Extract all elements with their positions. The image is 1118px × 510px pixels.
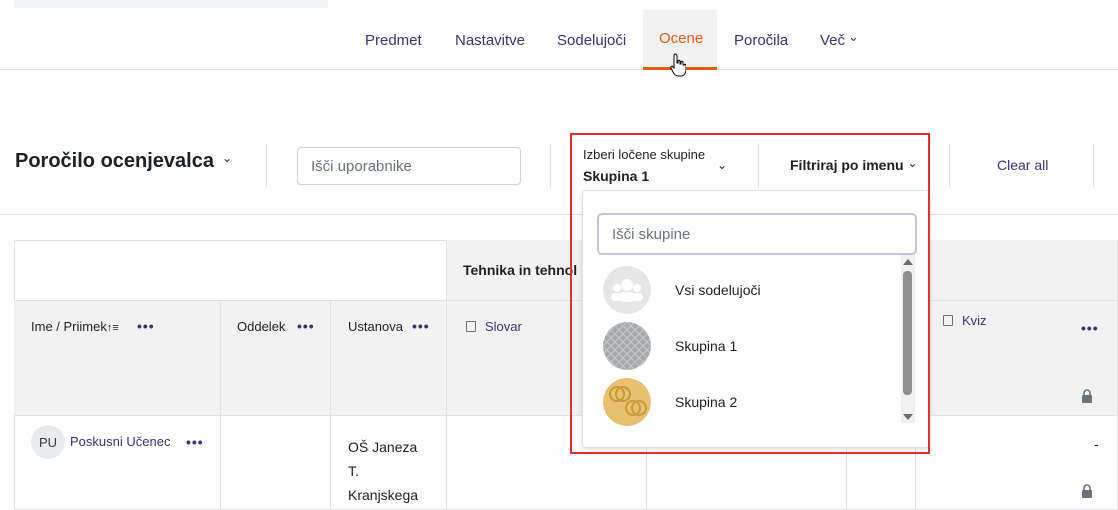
slovar-link[interactable]: Slovar [485, 319, 522, 334]
kviz-column-menu-icon[interactable]: ••• [1081, 320, 1099, 336]
glossary-icon [466, 321, 476, 332]
nav-item-porocila[interactable]: Poročila [718, 10, 804, 70]
report-selector[interactable]: Poročilo ocenjevalca ⌄ [15, 150, 232, 173]
divider [1093, 144, 1094, 188]
lock-icon [1082, 389, 1092, 403]
student-institution: OŠ Janeza T. Kranjskega [348, 435, 418, 507]
nav-label: Nastavitve [455, 31, 526, 49]
institution-column-label: Ustanova [348, 319, 403, 334]
sort-ascending-icon[interactable]: ↑≡ [107, 322, 119, 334]
lock-icon [1082, 484, 1092, 498]
divider [949, 144, 950, 188]
chevron-down-icon: ⌄ [221, 150, 233, 165]
divider [550, 144, 551, 188]
institution-line: T. [348, 463, 359, 479]
divider [0, 214, 1118, 215]
page-title: Poročilo ocenjevalca [15, 150, 214, 172]
name-column-title[interactable]: Ime / Priimek↑≡ [31, 319, 119, 334]
kviz-link[interactable]: Kviz [962, 313, 987, 328]
name-column-menu-icon[interactable]: ••• [137, 318, 155, 334]
student-name-link[interactable]: Poskusni Učenec [70, 434, 170, 449]
nav-label: Ocene [659, 30, 704, 47]
nav-item-vec[interactable]: Več ⌄ [804, 10, 875, 70]
quiz-icon [943, 315, 953, 326]
nav-label: Predmet [365, 31, 422, 49]
nav-item-predmet[interactable]: Predmet [349, 10, 438, 70]
chevron-down-icon: ⌄ [848, 29, 859, 44]
category-title: Tehnika in tehnol [463, 262, 578, 278]
department-column-label: Oddelek [237, 319, 286, 334]
institution-line: OŠ Janeza [348, 439, 418, 455]
secondary-navigation: Predmet Nastavitve Sodelujoči Ocene Poro… [0, 0, 1118, 70]
nav-label: Več [820, 31, 846, 49]
divider [266, 144, 267, 188]
kviz-grade-value: - [1094, 436, 1099, 452]
table-row-department-cell [221, 416, 331, 510]
search-users-input[interactable]: Išči uporabnike [297, 147, 521, 185]
name-column-label: Ime / Priimek [31, 319, 107, 334]
nav-label: Sodelujoči [557, 31, 627, 49]
kviz-column-title[interactable]: Kviz [943, 313, 987, 328]
nav-item-nastavitve[interactable]: Nastavitve [439, 10, 541, 70]
student-row-menu-icon[interactable]: ••• [186, 434, 204, 450]
highlight-box [570, 133, 930, 454]
hand-pointer-cursor-icon [670, 53, 686, 77]
institution-line: Kranjskega [348, 487, 419, 503]
nav-item-sodelujoci[interactable]: Sodelujoči [541, 10, 642, 70]
clear-all-link[interactable]: Clear all [997, 157, 1048, 173]
department-column-menu-icon[interactable]: ••• [297, 318, 315, 334]
search-users-placeholder: Išči uporabnike [311, 157, 412, 175]
institution-column-menu-icon[interactable]: ••• [412, 318, 430, 334]
avatar: PU [31, 425, 65, 459]
slovar-column-title[interactable]: Slovar [466, 319, 522, 334]
table-header-blank [14, 240, 447, 301]
nav-label: Poročila [734, 31, 789, 49]
